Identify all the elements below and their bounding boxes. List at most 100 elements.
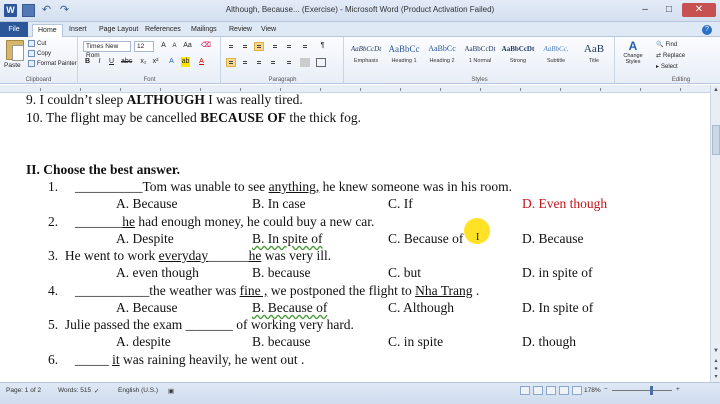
next-page-icon[interactable]: ▾ (712, 373, 720, 381)
print-layout-view-icon[interactable] (520, 386, 530, 395)
align-left-icon[interactable] (226, 58, 236, 67)
answer-2c[interactable]: C. Because of (388, 230, 463, 247)
tab-mailings[interactable]: Mailings (186, 24, 222, 37)
bold-button[interactable]: B (83, 57, 92, 67)
tab-insert[interactable]: Insert (64, 24, 92, 37)
format-painter-button[interactable]: Format Painter (28, 60, 77, 67)
clear-format-icon[interactable]: ⌫ (201, 41, 211, 51)
select-button[interactable]: ▸ Select (656, 63, 678, 71)
borders-icon[interactable] (316, 58, 326, 67)
answer-5c[interactable]: C. in spite (388, 333, 443, 350)
answer-3a[interactable]: A. even though (116, 264, 199, 281)
style-strong[interactable]: AaBbCcDt Strong (499, 40, 537, 70)
page-count[interactable]: Page: 1 of 2 (6, 387, 41, 394)
tab-view[interactable]: View (256, 24, 281, 37)
vertical-scrollbar[interactable]: ▲ ▼ ▴ ● ▾ (710, 85, 720, 382)
scroll-thumb[interactable] (712, 125, 720, 155)
increase-indent-icon[interactable] (284, 42, 294, 51)
style-emphasis[interactable]: AaBbCcDt Emphasis (347, 40, 385, 70)
horizontal-ruler[interactable] (0, 85, 710, 93)
zoom-level[interactable]: 178% (584, 387, 601, 394)
answer-4d[interactable]: D. In spite of (522, 299, 593, 316)
replace-button[interactable]: ⇄ Replace (656, 52, 685, 60)
italic-button[interactable]: I (95, 57, 104, 67)
zoom-slider-knob[interactable] (650, 386, 653, 395)
superscript-button[interactable]: x² (151, 57, 160, 67)
draft-view-icon[interactable] (572, 386, 582, 395)
answer-5b[interactable]: B. because (252, 333, 310, 350)
subscript-button[interactable]: x₂ (139, 57, 148, 67)
style-heading-2[interactable]: AaBbCc Heading 2 (423, 40, 461, 70)
answer-3b[interactable]: B. because (252, 264, 310, 281)
shading-icon[interactable] (300, 58, 310, 67)
scroll-down-icon[interactable]: ▼ (712, 347, 720, 355)
zoom-in-icon[interactable]: + (676, 386, 680, 393)
answer-4a[interactable]: A. Because (116, 299, 177, 316)
answer-1a[interactable]: A. Because (116, 195, 177, 212)
sort-icon[interactable] (300, 42, 310, 51)
document-page[interactable]: 9. I couldn’t sleep ALTHOUGH I was reall… (0, 93, 710, 382)
line-spacing-icon[interactable] (284, 58, 294, 67)
word-count[interactable]: Words: 515 (58, 387, 91, 394)
font-color-icon[interactable]: A (197, 57, 206, 67)
full-screen-view-icon[interactable] (533, 386, 543, 395)
answer-2d[interactable]: D. Because (522, 230, 583, 247)
align-center-icon[interactable] (240, 58, 250, 67)
answer-4c[interactable]: C. Although (388, 299, 454, 316)
paste-button[interactable]: Paste (4, 62, 21, 69)
answer-5d[interactable]: D. though (522, 333, 576, 350)
minimize-button[interactable]: – (634, 3, 656, 17)
browse-object-icon[interactable]: ● (712, 365, 720, 373)
decrease-indent-icon[interactable] (270, 42, 280, 51)
tab-home[interactable]: Home (32, 24, 63, 37)
scroll-up-icon[interactable]: ▲ (712, 86, 720, 94)
prev-page-icon[interactable]: ▴ (712, 357, 720, 365)
answer-3c[interactable]: C. but (388, 264, 421, 281)
grow-font-icon[interactable]: A (159, 41, 168, 51)
bullets-icon[interactable] (226, 42, 236, 51)
zoom-slider[interactable] (612, 390, 672, 391)
copy-button[interactable]: Copy (28, 50, 51, 57)
tab-file[interactable]: File (0, 22, 28, 37)
answer-2b[interactable]: B. In spite of (252, 230, 323, 247)
cut-button[interactable]: Cut (28, 40, 46, 47)
font-size-box[interactable]: 12 (134, 41, 154, 52)
answer-1c[interactable]: C. If (388, 195, 413, 212)
tab-review[interactable]: Review (224, 24, 257, 37)
macro-icon[interactable]: ▣ (168, 387, 174, 395)
tab-page-layout[interactable]: Page Layout (94, 24, 143, 37)
maximize-button[interactable]: □ (658, 3, 680, 17)
strikethrough-button[interactable]: abc (121, 57, 132, 67)
style-heading-1[interactable]: AaBbCc Heading 1 (385, 40, 423, 70)
change-styles-button[interactable]: A Change Styles (618, 39, 648, 79)
text-effects-icon[interactable]: A (167, 57, 176, 67)
multilevel-list-icon[interactable] (254, 42, 264, 51)
shrink-font-icon[interactable]: A (170, 41, 179, 51)
style-subtitle[interactable]: AaBbCc. Subtitle (537, 40, 575, 70)
help-icon[interactable]: ? (702, 25, 712, 35)
paste-icon[interactable] (6, 40, 24, 61)
proofing-icon[interactable]: ✓ (94, 387, 99, 395)
highlight-icon[interactable]: ab (181, 57, 190, 67)
style-title[interactable]: AaB Title (575, 40, 613, 70)
answer-4b[interactable]: B. Because of (252, 299, 327, 316)
change-case-icon[interactable]: Aa (183, 41, 192, 51)
style-normal[interactable]: AaBbCcDt 1 Normal (461, 40, 499, 70)
answer-1d[interactable]: D. Even though (522, 195, 607, 212)
show-marks-button[interactable]: ¶ (318, 41, 327, 51)
web-layout-view-icon[interactable] (546, 386, 556, 395)
answer-1b[interactable]: B. In case (252, 195, 306, 212)
numbering-icon[interactable] (240, 42, 250, 51)
close-button[interactable]: ✕ (682, 3, 716, 17)
find-button[interactable]: 🔍 Find (656, 41, 677, 49)
justify-icon[interactable] (268, 58, 278, 67)
outline-view-icon[interactable] (559, 386, 569, 395)
language-status[interactable]: English (U.S.) (118, 387, 158, 394)
zoom-out-icon[interactable]: − (604, 386, 608, 393)
answer-2a[interactable]: A. Despite (116, 230, 174, 247)
answer-5a[interactable]: A. despite (116, 333, 171, 350)
underline-button[interactable]: U (107, 57, 116, 67)
tab-references[interactable]: References (140, 24, 186, 37)
answer-3d[interactable]: D. in spite of (522, 264, 593, 281)
font-name-box[interactable]: Times New Rom (83, 41, 131, 59)
